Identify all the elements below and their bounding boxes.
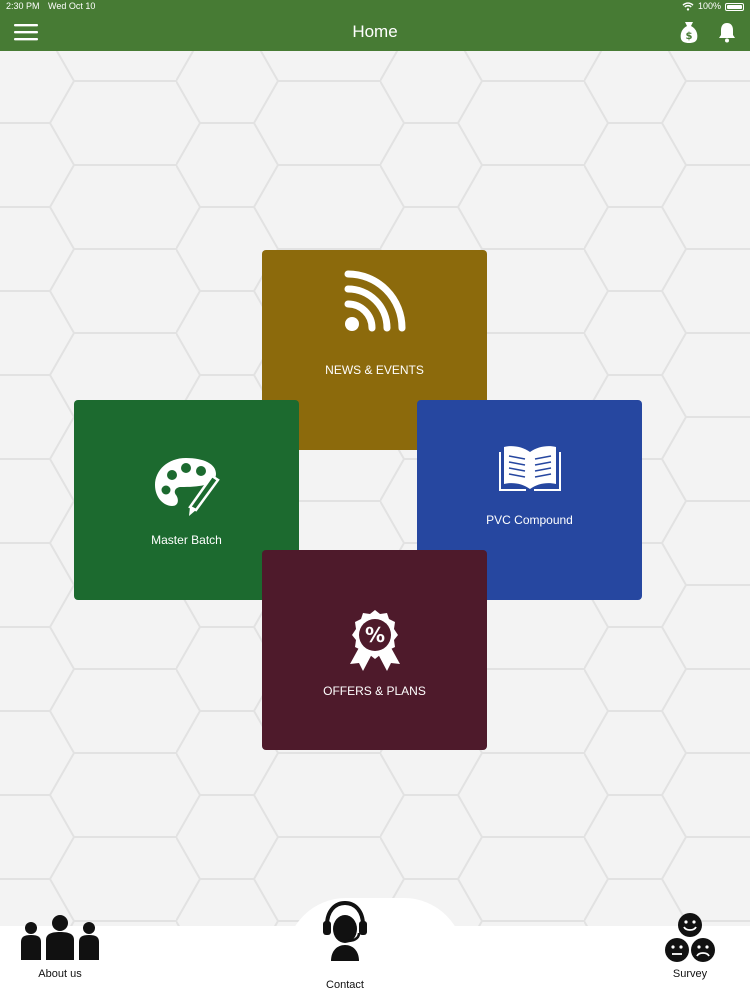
survey-button[interactable]: Survey <box>640 912 740 980</box>
wifi-icon <box>682 2 694 11</box>
wallet-button[interactable]: $ <box>678 20 700 44</box>
svg-text:$: $ <box>686 31 693 42</box>
nav-bar: Home $ <box>0 13 750 51</box>
about-us-button[interactable]: About us <box>10 914 110 980</box>
about-us-label: About us <box>38 968 82 980</box>
status-time: 2:30 PM <box>6 1 40 11</box>
rss-icon <box>344 270 405 332</box>
status-bar: 2:30 PM Wed Oct 10 100% <box>0 0 750 13</box>
discount-badge-icon: % <box>349 610 400 671</box>
headset-icon <box>323 900 367 961</box>
contact-label: Contact <box>326 979 364 991</box>
survey-label: Survey <box>672 968 708 980</box>
news-events-label: NEWS & EVENTS <box>325 363 424 377</box>
battery-icon <box>725 2 744 11</box>
offers-plans-tile[interactable]: % OFFERS & PLANS <box>262 550 487 750</box>
page-title: Home <box>352 22 398 41</box>
group-icon <box>21 915 99 960</box>
open-book-icon <box>498 446 561 491</box>
contact-button[interactable]: Contact <box>295 899 395 991</box>
svg-text:%: % <box>364 623 384 647</box>
status-date: Wed Oct 10 <box>48 1 96 11</box>
master-batch-label: Master Batch <box>151 533 222 547</box>
bell-icon <box>719 23 735 43</box>
status-right: 100% <box>682 0 744 13</box>
app-screen: 2:30 PM Wed Oct 10 100% Home $ NEWS & EV… <box>0 0 750 1000</box>
money-bag-icon: $ <box>680 22 698 43</box>
pvc-compound-label: PVC Compound <box>486 513 573 527</box>
bottom-nav-bar: About us Contact Survey <box>0 898 750 1000</box>
notifications-button[interactable] <box>716 21 738 43</box>
palette-icon <box>154 458 220 516</box>
home-content: NEWS & EVENTS Master Batch PVC Compound … <box>0 51 750 926</box>
offers-plans-label: OFFERS & PLANS <box>323 684 426 698</box>
smiley-faces-icon <box>665 913 715 962</box>
battery-percent: 100% <box>697 1 721 11</box>
